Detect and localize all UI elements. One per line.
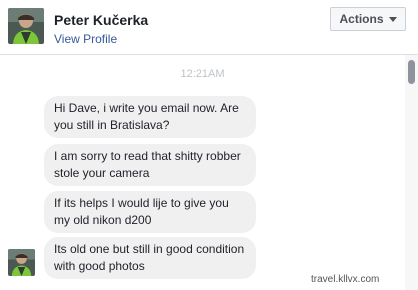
scrollbar-thumb[interactable] <box>408 60 415 84</box>
user-avatar-icon <box>8 249 35 276</box>
actions-button[interactable]: Actions <box>330 7 406 31</box>
message-bubble: I am sorry to read that shitty robber st… <box>44 144 256 186</box>
message-bubble: If its helps I would lije to give you my… <box>44 191 256 233</box>
message-thread: 12:21AM Hi Dave, i write you email now. … <box>0 55 405 290</box>
chat-header: Peter Kučerka View Profile Actions <box>0 0 418 55</box>
scrollbar-track[interactable] <box>405 55 418 290</box>
chevron-down-icon <box>388 16 397 22</box>
user-avatar-icon <box>8 8 44 44</box>
message-bubble: Its old one but still in good condition … <box>44 237 256 279</box>
message-timestamp: 12:21AM <box>180 68 225 80</box>
contact-name[interactable]: Peter Kučerka <box>54 12 148 28</box>
sender-avatar[interactable] <box>8 249 35 276</box>
actions-label: Actions <box>339 12 384 26</box>
view-profile-link[interactable]: View Profile <box>54 32 117 46</box>
profile-avatar[interactable] <box>8 8 44 44</box>
watermark-text: travel.kllvx.com <box>311 274 380 285</box>
message-bubble: Hi Dave, i write you email now. Are you … <box>44 96 256 138</box>
